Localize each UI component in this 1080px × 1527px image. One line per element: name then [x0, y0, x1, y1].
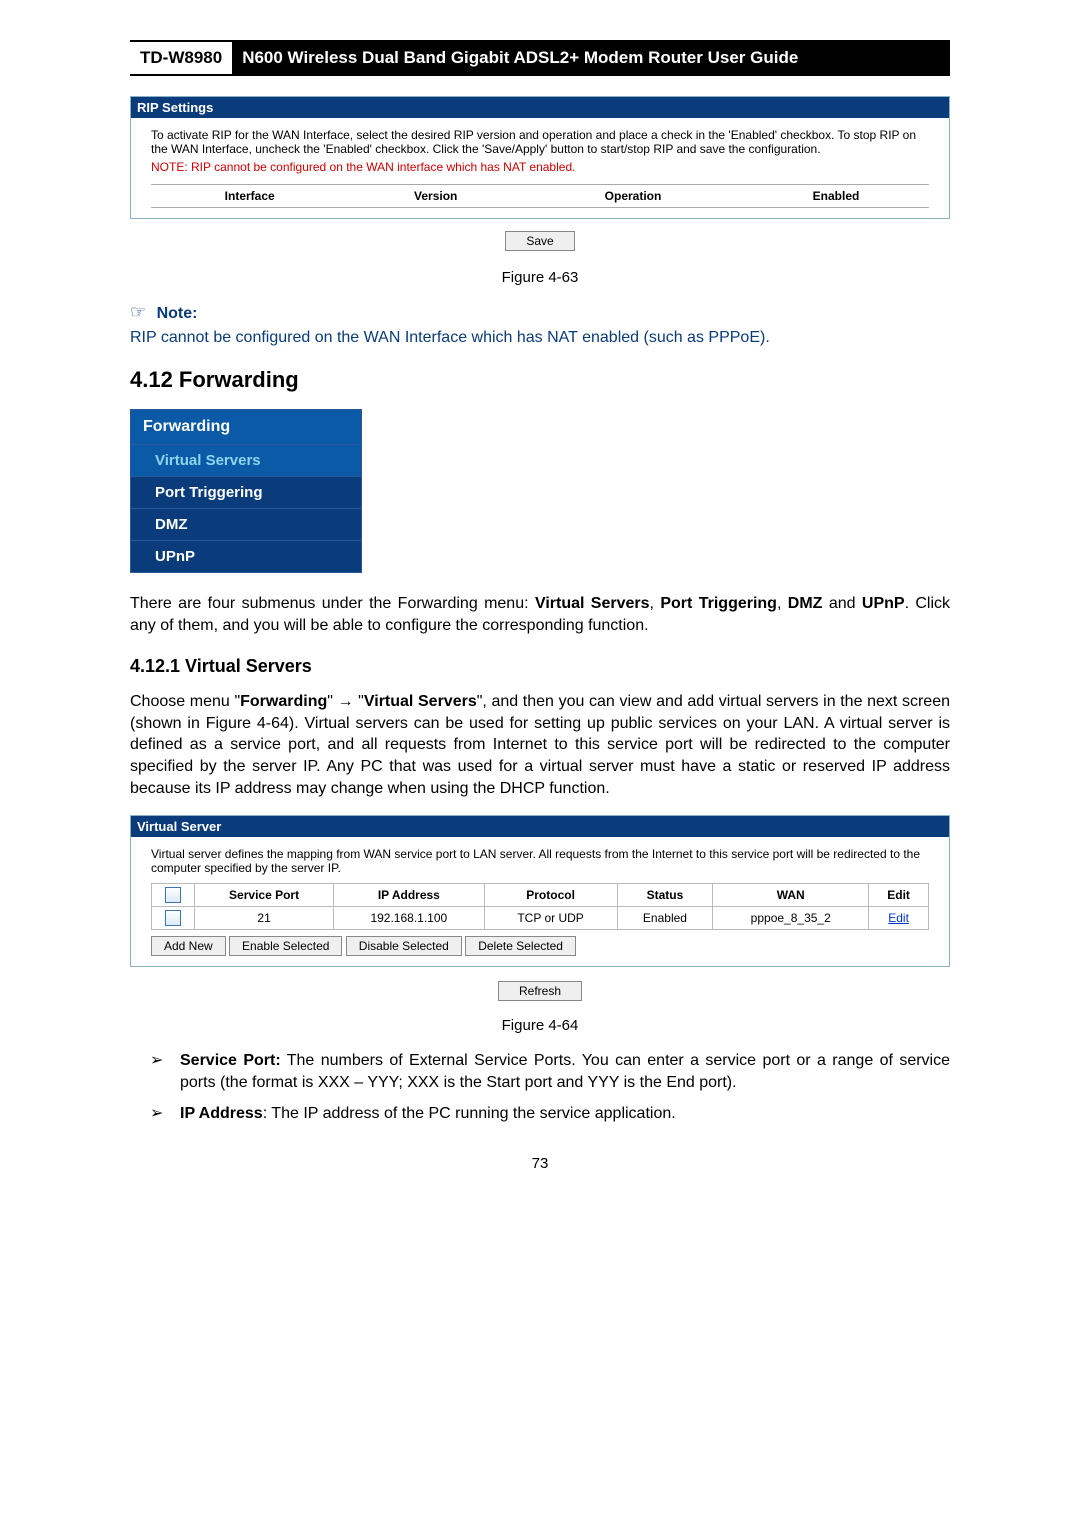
rip-panel-title: RIP Settings: [131, 97, 949, 118]
vs-table: Service Port IP Address Protocol Status …: [151, 883, 929, 930]
model-label: TD-W8980: [130, 42, 232, 74]
bullet-label: Service Port:: [180, 1052, 281, 1069]
rip-col-interface: Interface: [151, 185, 348, 208]
menu-item-dmz[interactable]: DMZ: [131, 508, 361, 540]
forwarding-menu: Forwarding Virtual Servers Port Triggeri…: [130, 409, 362, 573]
field-definitions-list: Service Port: The numbers of External Se…: [130, 1050, 950, 1125]
vs-panel-title: Virtual Server: [131, 816, 949, 837]
bullet-label: IP Address: [180, 1105, 263, 1122]
cell-status: Enabled: [617, 907, 713, 930]
save-button[interactable]: Save: [505, 231, 574, 251]
cell-service-port: 21: [195, 907, 334, 930]
col-wan: WAN: [713, 884, 869, 907]
select-all-checkbox[interactable]: [165, 887, 181, 903]
section-heading: 4.12 Forwarding: [130, 367, 950, 393]
doc-header: TD-W8980 N600 Wireless Dual Band Gigabit…: [130, 40, 950, 76]
cell-protocol: TCP or UDP: [484, 907, 617, 930]
rip-table: Interface Version Operation Enabled: [151, 184, 929, 208]
col-edit: Edit: [869, 884, 929, 907]
cell-ip-address: 192.168.1.100: [334, 907, 484, 930]
bullet-text: The numbers of External Service Ports. Y…: [180, 1052, 950, 1091]
col-service-port: Service Port: [195, 884, 334, 907]
row-checkbox[interactable]: [165, 910, 181, 926]
paragraph-virtual-servers: Choose menu "Forwarding" → "Virtual Serv…: [130, 691, 950, 799]
enable-selected-button[interactable]: Enable Selected: [229, 936, 342, 956]
vs-refresh-row: Refresh: [130, 971, 950, 1007]
list-item: IP Address: The IP address of the PC run…: [130, 1103, 950, 1125]
menu-item-upnp[interactable]: UPnP: [131, 540, 361, 572]
virtual-server-panel: Virtual Server Virtual server defines th…: [130, 815, 950, 967]
paragraph-submenus: There are four submenus under the Forwar…: [130, 593, 950, 636]
figure-4-63-caption: Figure 4-63: [130, 269, 950, 286]
doc-title: N600 Wireless Dual Band Gigabit ADSL2+ M…: [232, 42, 950, 74]
note-label: Note:: [157, 305, 198, 322]
vs-button-row: Add New Enable Selected Disable Selected…: [151, 936, 929, 956]
delete-selected-button[interactable]: Delete Selected: [465, 936, 576, 956]
rip-col-enabled: Enabled: [743, 185, 929, 208]
rip-col-operation: Operation: [523, 185, 743, 208]
rip-settings-panel: RIP Settings To activate RIP for the WAN…: [130, 96, 950, 219]
edit-link[interactable]: Edit: [888, 911, 909, 925]
page-number: 73: [130, 1155, 950, 1172]
note-body: RIP cannot be configured on the WAN Inte…: [130, 329, 950, 347]
subsection-heading: 4.12.1 Virtual Servers: [130, 656, 950, 677]
rip-save-row: Save: [130, 223, 950, 259]
table-row: 21 192.168.1.100 TCP or UDP Enabled pppo…: [152, 907, 929, 930]
col-ip-address: IP Address: [334, 884, 484, 907]
add-new-button[interactable]: Add New: [151, 936, 226, 956]
disable-selected-button[interactable]: Disable Selected: [346, 936, 462, 956]
rip-desc: To activate RIP for the WAN Interface, s…: [151, 128, 929, 156]
bullet-text: : The IP address of the PC running the s…: [263, 1105, 676, 1122]
vs-desc: Virtual server defines the mapping from …: [151, 847, 929, 875]
menu-item-port-triggering[interactable]: Port Triggering: [131, 476, 361, 508]
menu-item-virtual-servers[interactable]: Virtual Servers: [131, 444, 361, 476]
list-item: Service Port: The numbers of External Se…: [130, 1050, 950, 1093]
note-block: ☞ Note:: [130, 302, 950, 323]
figure-4-64-caption: Figure 4-64: [130, 1017, 950, 1034]
cell-wan: pppoe_8_35_2: [713, 907, 869, 930]
refresh-button[interactable]: Refresh: [498, 981, 582, 1001]
rip-inner-note: NOTE: RIP cannot be configured on the WA…: [151, 160, 929, 174]
col-status: Status: [617, 884, 713, 907]
rip-col-version: Version: [348, 185, 523, 208]
note-icon: ☞: [130, 302, 146, 322]
table-header-row: Service Port IP Address Protocol Status …: [152, 884, 929, 907]
menu-head: Forwarding: [131, 410, 361, 444]
col-protocol: Protocol: [484, 884, 617, 907]
